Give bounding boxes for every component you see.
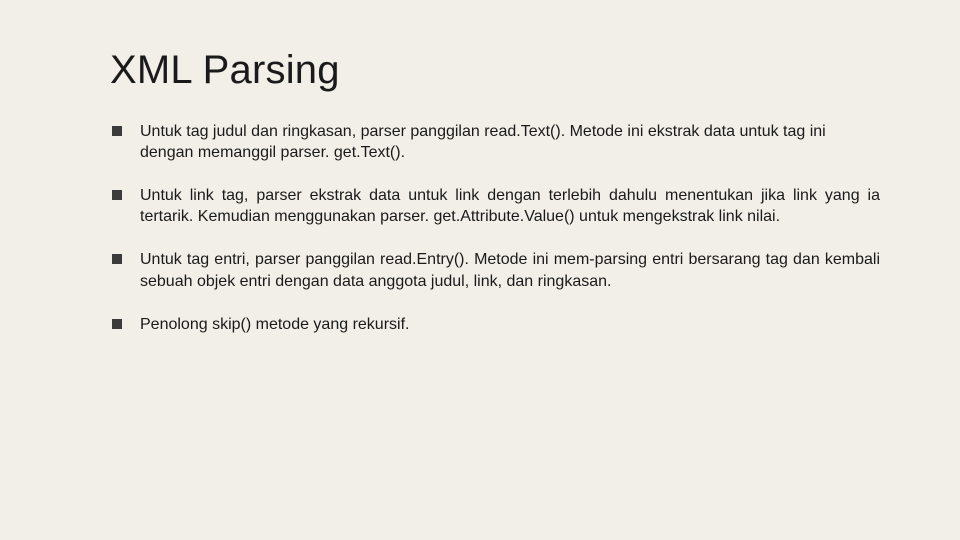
bullet-item: Untuk tag judul dan ringkasan, parser pa… <box>110 121 880 163</box>
slide: XML Parsing Untuk tag judul dan ringkasa… <box>0 0 960 540</box>
bullet-item: Penolong skip() metode yang rekursif. <box>110 314 880 335</box>
bullet-list: Untuk tag judul dan ringkasan, parser pa… <box>110 121 880 335</box>
slide-title: XML Parsing <box>110 48 880 93</box>
bullet-item: Untuk link tag, parser ekstrak data untu… <box>110 185 880 227</box>
bullet-item: Untuk tag entri, parser panggilan read.E… <box>110 249 880 291</box>
